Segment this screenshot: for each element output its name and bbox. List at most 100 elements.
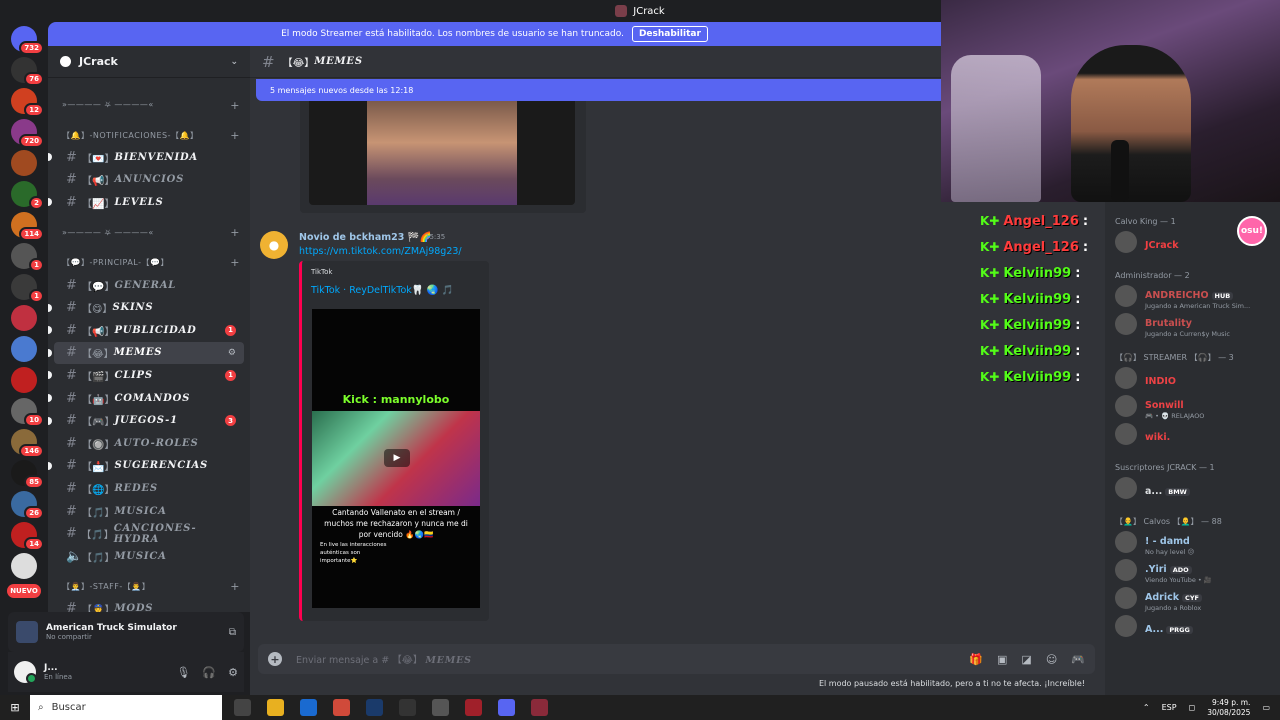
avatar[interactable] — [1115, 313, 1137, 335]
member-item[interactable]: a... BMW — [1105, 474, 1280, 502]
member-item[interactable]: INDIO — [1105, 364, 1280, 392]
channel-item[interactable]: # 【🌐】 REDES — [54, 477, 244, 500]
channel-item[interactable]: # 【💬】 GENERAL — [54, 274, 244, 297]
network-icon[interactable]: ◻ — [1189, 703, 1196, 712]
server-icon[interactable] — [11, 150, 37, 176]
avatar[interactable] — [1115, 559, 1137, 581]
image-attachment[interactable] — [309, 101, 575, 205]
taskbar-search[interactable]: ⌕ Buscar — [30, 695, 222, 720]
plus-icon[interactable]: + — [230, 99, 240, 112]
server-icon[interactable]: 85 — [11, 460, 44, 489]
channel-item[interactable]: # 【🎬】 CLIPS 1 — [48, 364, 244, 387]
channel-item[interactable]: 🔈 【🎵】 MUSICA — [54, 545, 244, 568]
member-item[interactable]: A... PRGG — [1105, 612, 1280, 640]
channel-category[interactable]: »———— ⛧ ————« + — [48, 222, 250, 244]
plus-icon[interactable]: + — [230, 226, 240, 239]
server-icon[interactable]: 114 — [11, 212, 44, 241]
embed-video[interactable]: Kick : mannylobo ▶ Cantando Vallenato en… — [312, 309, 480, 608]
server-icon[interactable]: 720 — [11, 119, 44, 148]
channel-item[interactable]: # 【👮】 MODS — [54, 598, 244, 612]
server-icon[interactable]: 12 — [11, 88, 44, 117]
member-item[interactable]: wiki. — [1105, 420, 1280, 448]
channel-item[interactable]: # 【🤖】 COMANDOS — [48, 387, 244, 410]
app-icon[interactable] — [432, 699, 449, 716]
chevron-down-icon[interactable]: ⌄ — [230, 57, 238, 67]
app-icon[interactable] — [465, 699, 482, 716]
server-icon[interactable]: 1 — [11, 243, 44, 272]
server-icon[interactable] — [11, 367, 37, 393]
avatar[interactable] — [1115, 531, 1137, 553]
discord-icon[interactable] — [498, 699, 515, 716]
disable-streamer-button[interactable]: Deshabilitar — [631, 26, 708, 42]
gift-icon[interactable]: 🎁 — [969, 653, 983, 666]
gear-icon[interactable]: ⚙ — [228, 666, 238, 679]
avatar[interactable] — [1115, 231, 1137, 253]
file-explorer-icon[interactable] — [267, 699, 284, 716]
channel-item[interactable]: # 【🔘】 AUTO-ROLES — [54, 432, 244, 455]
server-icon[interactable]: 76 — [11, 57, 44, 86]
avatar[interactable] — [14, 661, 37, 684]
server-icon[interactable] — [11, 553, 37, 579]
app-icon[interactable] — [531, 699, 548, 716]
avatar[interactable] — [1115, 423, 1137, 445]
channel-category[interactable]: 【👨‍💼】-STAFF-【👨‍💼】 + — [48, 576, 250, 598]
member-item[interactable]: Adrick CYF Jugando a Roblox — [1105, 584, 1280, 612]
sticker-icon[interactable]: ◪ — [1021, 653, 1031, 666]
channel-item[interactable]: # 【😋】 SKINS — [48, 296, 244, 319]
channel-item[interactable]: # 【🎵】 MUSICA — [54, 500, 244, 523]
add-attachment-icon[interactable]: + — [268, 652, 282, 666]
gif-icon[interactable]: ▣ — [997, 653, 1007, 666]
server-icon[interactable] — [11, 305, 37, 331]
channel-item[interactable]: # 【📩】 SUGERENCIAS — [48, 455, 244, 478]
message-link[interactable]: https://vm.tiktok.com/ZMAj98g23/ — [299, 246, 462, 257]
outlook-icon[interactable] — [300, 699, 317, 716]
discord-avatar-icon[interactable]: ● — [260, 231, 288, 259]
channel-item[interactable]: # 【📢】 PUBLICIDAD 1 — [48, 319, 244, 342]
member-item[interactable]: ANDREICHO HUB Jugando a American Truck Sim… — [1105, 282, 1280, 310]
headphones-icon[interactable]: 🎧 — [202, 666, 216, 679]
server-icon[interactable]: 10 — [11, 398, 44, 427]
server-icon[interactable]: 146 — [11, 429, 44, 458]
server-icon[interactable]: 732 — [11, 26, 44, 55]
member-item[interactable]: ! - damd No hay level 😒 — [1105, 528, 1280, 556]
plus-icon[interactable]: + — [230, 129, 240, 142]
avatar[interactable] — [1115, 477, 1137, 499]
message-input[interactable]: + Enviar mensaje a # 【😂】 MEMES 🎁 ▣ ◪ ☺ 🎮 — [258, 644, 1095, 674]
guild-header[interactable]: JCrack ⌄ — [48, 46, 250, 78]
channel-item[interactable]: # 【😂】 MEMES ⚙ — [48, 341, 244, 365]
channel-item[interactable]: # 【🎮】 JUEGOS-1 3 — [48, 409, 244, 432]
steam-icon[interactable] — [366, 699, 383, 716]
screen-share-icon[interactable]: ⧉ — [229, 627, 236, 638]
channel-item[interactable]: # 【🎵】 CANCIONES-HYDRA — [54, 522, 244, 545]
task-view-icon[interactable] — [234, 699, 251, 716]
chevron-up-icon[interactable]: ⌃ — [1143, 703, 1150, 712]
message-author[interactable]: Novio de bckham23 🏁🌈 — [299, 232, 431, 243]
gear-icon[interactable]: ⚙ — [228, 348, 236, 358]
server-icon[interactable]: 14 — [11, 522, 44, 551]
language-indicator[interactable]: ESP — [1162, 703, 1177, 712]
plus-icon[interactable]: + — [230, 580, 240, 593]
avatar[interactable] — [1115, 587, 1137, 609]
server-icon[interactable]: 26 — [11, 491, 44, 520]
notifications-icon[interactable]: ▭ — [1262, 703, 1270, 712]
avatar[interactable] — [1115, 395, 1137, 417]
embed-title[interactable]: TikTok · ReyDelTikTok🦷 🌏 🎵 — [311, 285, 453, 296]
new-server-badge[interactable]: NUEVO — [7, 584, 41, 598]
windows-start-icon[interactable]: ⊞ — [0, 695, 30, 720]
channel-item[interactable]: # 【📈】 LEVELS — [48, 191, 244, 214]
server-icon[interactable] — [11, 336, 37, 362]
microphone-icon[interactable]: 🎙 — [176, 666, 190, 679]
channel-category[interactable]: »———— ⛧ ————« + — [48, 94, 250, 116]
member-item[interactable]: .Yiri ADO Viendo YouTube • 🎥 — [1105, 556, 1280, 584]
plus-icon[interactable]: + — [230, 256, 240, 269]
avatar[interactable] — [1115, 285, 1137, 307]
emoji-icon[interactable]: ☺ — [1046, 653, 1057, 666]
obs-icon[interactable] — [399, 699, 416, 716]
channel-item[interactable]: # 【📢】 ANUNCIOS — [54, 169, 244, 192]
avatar[interactable] — [1115, 615, 1137, 637]
member-item[interactable]: Brutality Jugando a Curren$y Music — [1105, 310, 1280, 338]
avatar[interactable] — [1115, 367, 1137, 389]
play-icon[interactable]: ▶ — [384, 449, 410, 467]
channel-category[interactable]: 【💬】-PRINCIPAL-【💬】 + — [48, 252, 250, 274]
new-messages-bar[interactable]: 5 mensajes nuevos desde las 12:18 — [256, 79, 946, 101]
